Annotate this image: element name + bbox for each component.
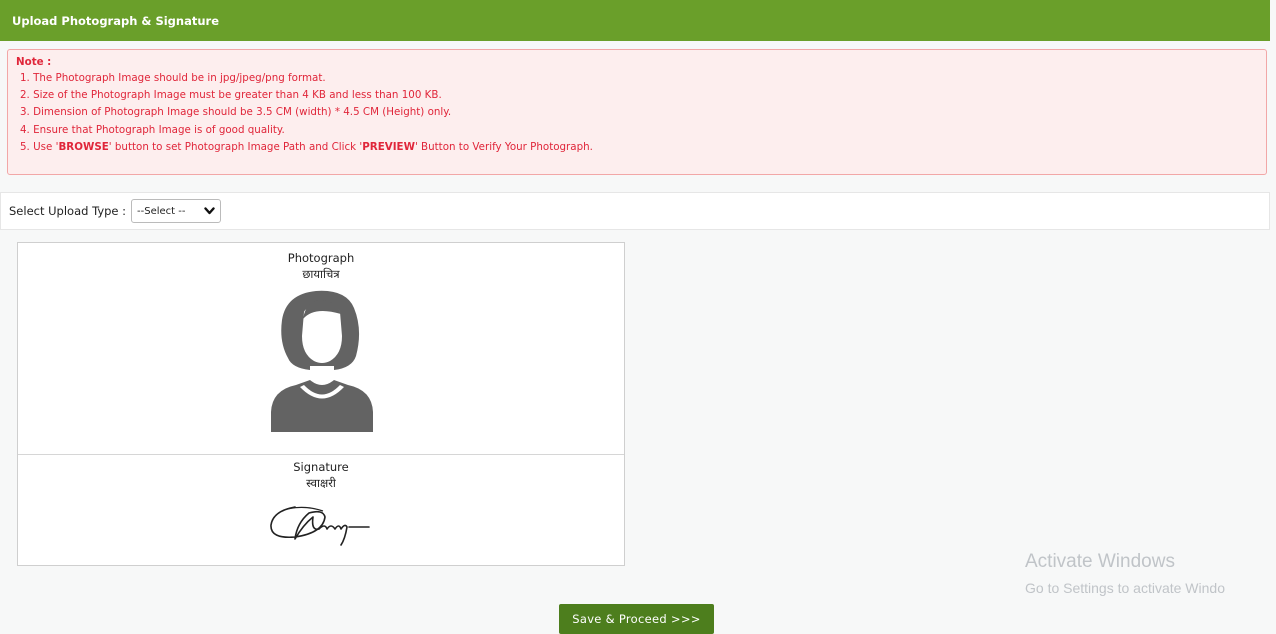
page-header: Upload Photograph & Signature [0,0,1270,41]
page-title: Upload Photograph & Signature [12,13,219,28]
save-proceed-button[interactable]: Save & Proceed >>> [559,604,714,634]
signature-section: Signature स्वाक्षरी [18,454,624,565]
signature-caption: Signature [293,460,349,474]
note-item-2: 2. Size of the Photograph Image must be … [20,89,442,102]
note-box: Note : 1. The Photograph Image should be… [7,49,1267,175]
upload-type-select[interactable]: --Select -- [131,199,222,223]
preview-keyword: PREVIEW [362,140,415,153]
photograph-caption: Photograph [287,251,355,265]
note-item-1: 1. The Photograph Image should be in jpg… [20,72,326,84]
activate-windows-subtitle: Go to Settings to activate Windo [1025,580,1225,596]
upload-type-value: --Select -- [137,205,186,217]
signature-preview [265,495,379,549]
upload-type-bar: Select Upload Type : --Select -- [0,192,1270,230]
note-item-5: 5. Use 'BROWSE' button to set Photograph… [20,140,593,153]
person-silhouette-icon [271,290,373,432]
photograph-section: Photograph छायाचित्र [18,243,624,455]
photograph-caption-hindi: छायाचित्र [302,267,340,281]
signature-caption-hindi: स्वाक्षरी [306,476,336,490]
chevron-down-icon [204,207,215,215]
note-title: Note : [16,56,52,68]
note-item-3: 3. Dimension of Photograph Image should … [20,106,452,119]
activate-windows-title: Activate Windows [1025,551,1175,572]
browse-keyword: BROWSE [58,140,109,153]
signature-image [270,506,370,546]
upload-type-label: Select Upload Type : [9,204,127,218]
photograph-preview [266,286,378,432]
note-item-4: 4. Ensure that Photograph Image is of go… [20,123,285,136]
upload-preview-panel: Photograph छायाचित्र Signature स्वाक्षरी [17,242,625,566]
